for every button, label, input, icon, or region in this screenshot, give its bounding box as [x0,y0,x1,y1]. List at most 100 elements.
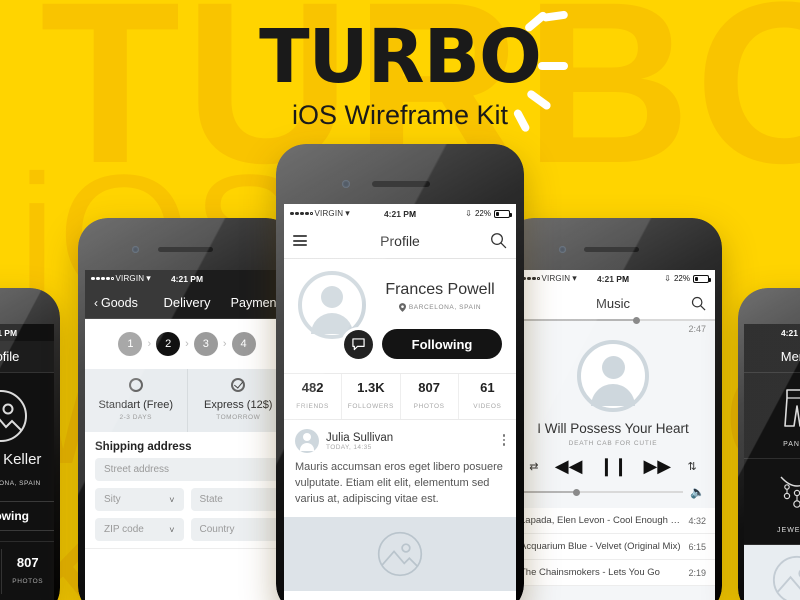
shuffle-button[interactable]: ⇄ [529,460,538,473]
hamburger-icon [293,233,307,249]
avatar [0,373,54,451]
profile-location-row: ● BARCELONA, SPAIN [0,472,54,490]
front-camera-icon [132,246,139,253]
nav-bar: Menu [744,341,800,373]
delivery-option-express[interactable]: Express (12$) TOMORROW [188,369,290,432]
nav-title: Music [596,295,630,311]
zip-value: ZIP code [104,524,144,535]
nav-bar: ‹ Goods Delivery Payment [85,287,289,319]
profile-name: David Keller [0,451,42,468]
chevron-right-icon: › [147,338,152,350]
status-bar: VIRGIN ▾ 4:21 PM ⇩ 22% [511,270,715,287]
chevron-left-icon: ‹ [94,295,98,310]
volume-icon[interactable]: 🔈 [690,485,705,499]
search-button[interactable] [490,232,507,249]
poster-stage: TURBO iOS Wireframe Kit TURBO iOS Wirefr… [0,0,800,600]
search-button[interactable] [691,296,706,311]
nav-bar: Profile [284,223,516,259]
song-artist: DEATH CAB FOR CUTIE [568,440,658,447]
track-duration: 4:32 [688,515,706,526]
delivery-option-standart[interactable]: Standart (Free) 2-3 DAYS [85,369,188,432]
phone-delivery-screen: VIRGIN ▾ 4:21 PM ⇩ ‹ Goods Delivery Paym… [85,270,289,600]
back-button[interactable]: ‹ Goods [94,296,138,310]
stat-videos: 61 VIDEOS [459,374,516,419]
step-indicator: 1 › 2 › 3 › 4 [85,319,289,369]
following-button[interactable]: Following [0,501,54,531]
battery-icon [693,274,711,283]
battery-percent: 22% [673,274,690,283]
bluetooth-icon: ⇩ [465,209,472,218]
image-placeholder-icon [0,390,27,442]
status-right-group: ⇩ 22% [664,274,711,283]
stat-label: FOLLOWERS [347,403,394,410]
track-title: Acquarium Blue - Velvet (Original Mix) [520,541,681,552]
step-3[interactable]: 3 [193,332,218,356]
repeat-button[interactable]: ⇅ [688,460,697,473]
stat-photos: 807 PHOTOS [2,549,55,594]
option-sub: TOMORROW [216,414,261,421]
chevron-down-icon: ˅ [169,524,175,535]
street-address-input[interactable]: Street address [95,458,279,481]
nav-title: Profile [380,232,420,249]
delivery-options: Standart (Free) 2-3 DAYS Express (12$) T… [85,369,289,432]
post-avatar[interactable] [295,429,319,453]
post-text: Mauris accumsan eros eget libero posuere… [295,461,503,505]
map-pin-icon [398,303,406,312]
menu-item-pants[interactable]: PANTS [744,373,800,459]
earpiece-speaker [372,181,430,187]
status-time: 4:21 PM [0,327,18,338]
stat-value: 1.3K [357,380,385,395]
back-label: Goods [101,295,138,310]
kebab-menu-icon[interactable] [502,432,505,448]
country-input[interactable]: Country [190,518,279,541]
nav-bar: Profile [0,341,54,373]
earpiece-speaker [584,247,639,252]
phone-menu-screen: 4:21 PM Menu PANTS [744,324,800,600]
profile-actions: Following [284,325,516,359]
stat-label: PHOTOS [413,403,445,410]
track-duration: 6:15 [688,541,706,552]
pause-button[interactable]: ❙❙ [599,456,628,477]
stat-photos: 807 PHOTOS [401,374,459,419]
zip-select[interactable]: ZIP code ˅ [95,518,184,541]
phone-left-profile: 4:21 PM Profile David Keller ● BARCELONA… [0,288,60,600]
step-4[interactable]: 4 [231,332,256,356]
state-input[interactable]: State [190,488,279,511]
track-row[interactable]: Acquarium Blue - Velvet (Original Mix) 6… [511,534,715,560]
playback-progress-slider[interactable] [511,316,715,324]
option-label: Express (12$) [204,399,273,411]
chevron-right-icon: › [222,338,227,350]
page-title: TURBO [259,14,542,100]
stats-row: 1.3K FOLLOWERS 807 PHOTOS [0,541,54,594]
track-title: Lapada, Elen Levon - Cool Enough (Extend… [520,515,682,526]
next-step-link[interactable]: Payment [231,296,280,310]
stat-label: FRIENDS [296,403,329,410]
post-header: Julia Sullivan TODAY, 14:35 [295,429,505,453]
nav-bar: Music [511,287,715,319]
phone-center-profile: VIRGIN ▾ 4:21 PM ⇩ 22% Profile Frances P… [276,144,524,600]
volume-slider[interactable] [521,488,684,496]
stat-followers: 1.3K FOLLOWERS [342,374,401,419]
city-select[interactable]: Sity ˅ [95,488,184,511]
menu-item-jewelry[interactable]: JEWELRY [744,459,800,545]
status-bar: 4:21 PM [744,324,800,341]
menu-button[interactable] [293,233,307,249]
phone-menu: 4:21 PM Menu PANTS [738,288,800,600]
radio-unchecked-icon [128,378,143,392]
chevron-down-icon: ˅ [169,494,175,505]
album-art [511,340,715,412]
form-divider [85,548,289,558]
following-button[interactable]: Following [382,329,502,359]
step-1[interactable]: 1 [118,332,143,356]
post-author: Julia Sullivan [326,431,394,444]
menu-item-label: JEWELRY [777,527,800,534]
image-placeholder-icon [772,555,800,600]
track-row[interactable]: Lapada, Elen Levon - Cool Enough (Extend… [511,508,715,534]
next-button[interactable]: ▶▶ [643,456,671,477]
message-button[interactable] [344,329,373,359]
step-2[interactable]: 2 [156,332,181,356]
track-row[interactable]: The Chainsmokers - Lets You Go 2:19 [511,560,715,586]
track-title: The Chainsmokers - Lets You Go [520,567,660,578]
previous-button[interactable]: ◀◀ [555,456,583,477]
section-title-shipping: Shipping address [85,432,289,458]
